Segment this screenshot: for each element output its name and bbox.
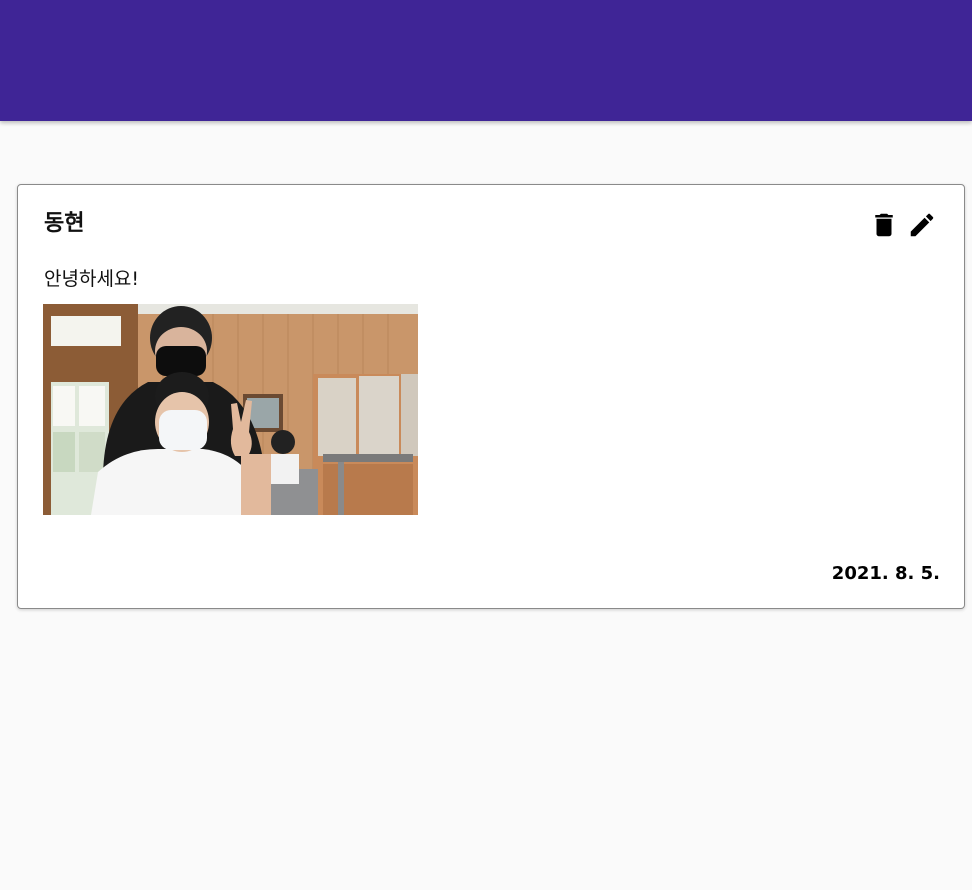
post-photo: [43, 304, 418, 515]
post-author: 동현: [44, 211, 85, 236]
trash-icon: [875, 213, 893, 237]
post-message: 안녕하세요!: [44, 268, 140, 290]
delete-button[interactable]: [866, 207, 902, 243]
app-bar: [0, 0, 972, 121]
pencil-icon: [910, 213, 934, 237]
post-date: 2021. 8. 5.: [831, 563, 940, 584]
post-card: 동현 안녕하세요! 2021. 8. 5.: [17, 184, 965, 609]
edit-button[interactable]: [904, 207, 940, 243]
